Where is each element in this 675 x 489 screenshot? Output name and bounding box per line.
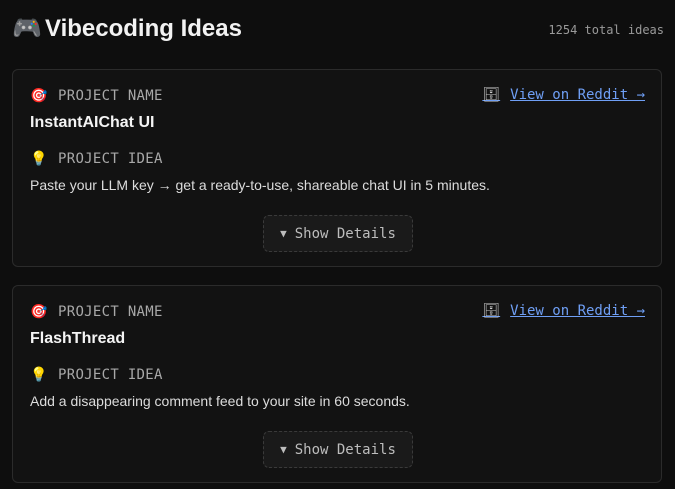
- document-icon: 🗄: [482, 303, 501, 319]
- lightbulb-icon: 💡: [30, 151, 48, 167]
- view-on-reddit-link[interactable]: 🗄 View on Reddit →: [482, 303, 645, 319]
- idea-card: 🎯 PROJECT NAME 🗄 View on Reddit → Instan…: [12, 69, 662, 267]
- project-name-label-text: PROJECT NAME: [58, 88, 163, 104]
- project-idea-label: 💡 PROJECT IDEA: [30, 151, 163, 167]
- project-idea-text: Add a disappearing comment feed to your …: [30, 393, 410, 409]
- view-on-reddit-label: View on Reddit →: [510, 87, 645, 103]
- page-header: 🎮 Vibecoding Ideas 1254 total ideas: [12, 14, 664, 46]
- idea-card: 🎯 PROJECT NAME 🗄 View on Reddit → FlashT…: [12, 285, 662, 483]
- target-icon: 🎯: [30, 88, 48, 104]
- project-idea-label-text: PROJECT IDEA: [58, 151, 163, 167]
- page-title-text: Vibecoding Ideas: [45, 14, 242, 42]
- game-controller-icon: 🎮: [12, 15, 42, 42]
- project-name-label: 🎯 PROJECT NAME: [30, 88, 163, 104]
- project-name-label: 🎯 PROJECT NAME: [30, 304, 163, 320]
- project-name-label-text: PROJECT NAME: [58, 304, 163, 320]
- show-details-button[interactable]: ▼ Show Details: [263, 431, 413, 468]
- total-ideas-count: 1254 total ideas: [548, 23, 664, 37]
- view-on-reddit-label: View on Reddit →: [510, 303, 645, 319]
- show-details-label: Show Details: [294, 225, 396, 242]
- page-title: 🎮 Vibecoding Ideas: [12, 14, 242, 43]
- view-on-reddit-link[interactable]: 🗄 View on Reddit →: [482, 87, 645, 103]
- project-idea-text: Paste your LLM key → get a ready-to-use,…: [30, 177, 490, 193]
- project-name: FlashThread: [30, 330, 126, 347]
- chevron-down-icon: ▼: [280, 443, 287, 456]
- lightbulb-icon: 💡: [30, 367, 48, 383]
- show-details-label: Show Details: [294, 441, 396, 458]
- chevron-down-icon: ▼: [280, 227, 287, 240]
- project-idea-label: 💡 PROJECT IDEA: [30, 367, 163, 383]
- document-icon: 🗄: [482, 87, 501, 103]
- project-name: InstantAIChat UI: [30, 114, 155, 131]
- project-idea-label-text: PROJECT IDEA: [58, 367, 163, 383]
- show-details-button[interactable]: ▼ Show Details: [263, 215, 413, 252]
- target-icon: 🎯: [30, 304, 48, 320]
